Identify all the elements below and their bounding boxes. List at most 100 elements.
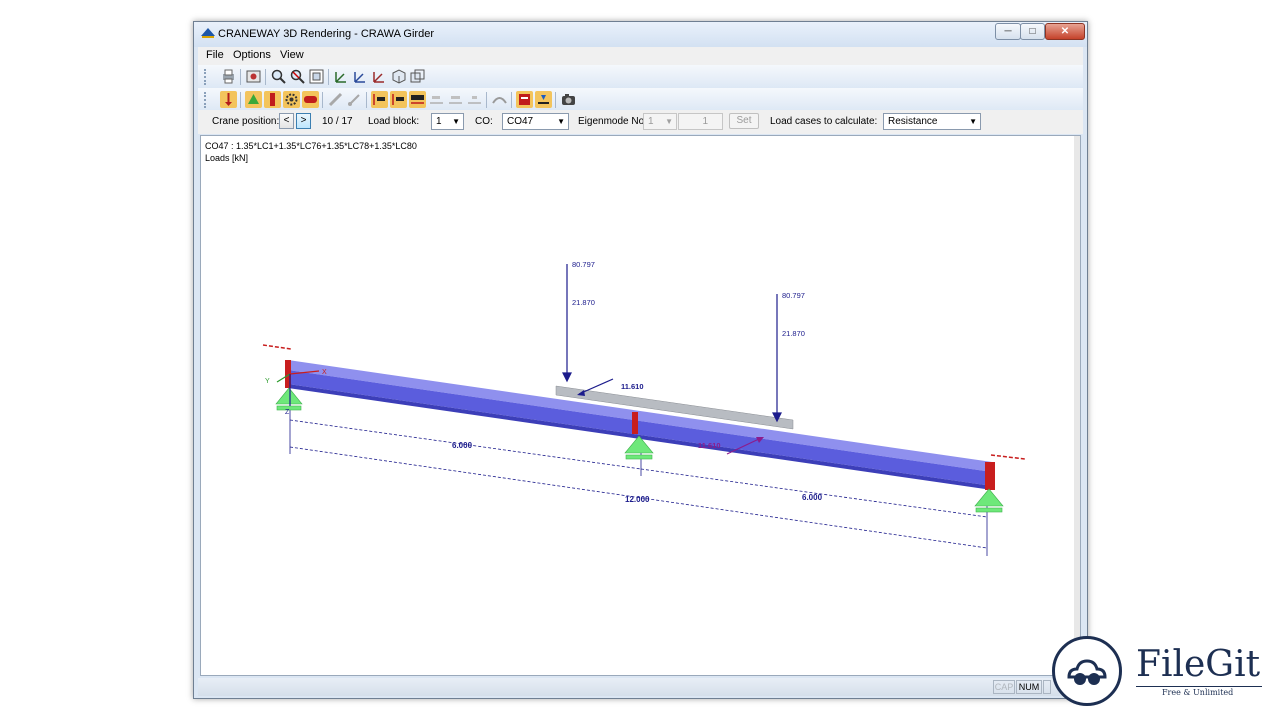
axis-x-label: X [322, 369, 327, 376]
view-z-icon[interactable] [371, 68, 388, 85]
crane-position-label: Crane position: [212, 116, 280, 127]
support-right [974, 488, 1004, 507]
rendering-canvas[interactable]: CO47 : 1.35*LC1+1.35*LC76+1.35*LC78+1.35… [200, 135, 1081, 676]
combination-select[interactable]: CO47 ▼ [502, 113, 569, 130]
window-title: CRANEWAY 3D Rendering - CRAWA Girder [218, 28, 434, 40]
vertical-load-left-head [562, 372, 572, 383]
watermark-divider [1136, 686, 1262, 687]
set-button[interactable]: Set [729, 113, 759, 129]
toolbar-separator [265, 69, 266, 85]
support-middle-base [625, 454, 653, 460]
crane-position-value: 10 / 17 [322, 116, 353, 127]
fit-all-icon[interactable] [308, 68, 325, 85]
support-left [275, 387, 303, 405]
beam-end-plate-right [985, 462, 995, 490]
eigenmode-label: Eigenmode No. [578, 116, 647, 127]
load-cases-select[interactable]: Resistance ▼ [883, 113, 981, 130]
girder-3d-scene[interactable]: X Y Z 80.797 21.870 80.797 21.870 11.610… [201, 136, 1076, 675]
load-block-label: Load block: [368, 116, 420, 127]
load-cases-select-value: Resistance [888, 116, 938, 127]
toolbar-separator [328, 69, 329, 85]
toolbar-separator [322, 92, 323, 108]
co-label: CO: [475, 116, 493, 127]
eigenmode-spinner[interactable]: 1 [678, 113, 723, 130]
result-5-icon[interactable] [447, 91, 464, 108]
result-6-icon[interactable] [466, 91, 483, 108]
toolbar-display [198, 88, 1083, 112]
settings-icon[interactable] [245, 68, 262, 85]
menu-file[interactable]: File [206, 49, 224, 61]
status-num-indicator: NUM [1016, 680, 1042, 694]
member-icon[interactable] [264, 91, 281, 108]
vertical-scrollbar[interactable] [1074, 136, 1080, 675]
watermark-tagline: Free & Unlimited [1162, 688, 1234, 697]
zoom-icon[interactable] [270, 68, 287, 85]
support-icon[interactable] [245, 91, 262, 108]
load-right-value-top: 80.797 [782, 291, 805, 300]
toolbar-separator [511, 92, 512, 108]
result-3-icon[interactable] [409, 91, 426, 108]
view-y-icon[interactable] [352, 68, 369, 85]
print-icon[interactable] [220, 68, 237, 85]
load-cases-label: Load cases to calculate: [770, 116, 878, 127]
horizontal-load-lower-value: 11.610 [698, 441, 721, 450]
result-1-icon[interactable] [371, 91, 388, 108]
chevron-down-icon: ▼ [557, 117, 565, 126]
view-3d-icon[interactable] [409, 68, 426, 85]
horizontal-load-upper-value: 11.610 [621, 382, 644, 391]
close-button[interactable]: ✕ [1045, 23, 1085, 40]
loads-icon[interactable] [220, 91, 237, 108]
vertical-load-labels: 80.797 21.870 80.797 21.870 [572, 260, 805, 338]
load-left-value-top: 80.797 [572, 260, 595, 269]
load-block-select[interactable]: 1 ▼ [431, 113, 464, 130]
watermark-brand: FileGit [1136, 644, 1261, 685]
axis-z-label: Z [285, 409, 290, 416]
toolbar-grip[interactable] [204, 69, 207, 85]
dimension-total-value: 12.000 [625, 495, 650, 504]
crane-position-prev-button[interactable]: < [279, 113, 294, 129]
toolbar-separator [486, 92, 487, 108]
chevron-down-icon: ▼ [452, 117, 460, 126]
end-restraint-left [262, 344, 292, 350]
zoom-reset-icon[interactable] [289, 68, 306, 85]
chevron-down-icon: ▼ [665, 117, 673, 126]
crane-girder-beam[interactable] [285, 360, 995, 490]
load-right-value-mid: 21.870 [782, 329, 805, 338]
toolbar-separator [240, 69, 241, 85]
combination-select-value: CO47 [507, 116, 534, 127]
dimension-span-2-value: 6.000 [802, 493, 823, 502]
pencil-icon[interactable] [327, 91, 344, 108]
result-2-icon[interactable] [390, 91, 407, 108]
view-x-icon[interactable] [333, 68, 350, 85]
menu-bar: File Options View [198, 47, 1083, 65]
section-icon[interactable] [302, 91, 319, 108]
deformation-icon[interactable] [491, 91, 508, 108]
result-4-icon[interactable] [428, 91, 445, 108]
crane-position-next-button[interactable]: > [296, 113, 311, 129]
values-icon[interactable] [516, 91, 533, 108]
legend-icon[interactable] [535, 91, 552, 108]
toolbar-grip[interactable] [204, 92, 207, 108]
load-left-value-mid: 21.870 [572, 298, 595, 307]
craneway-app-icon [201, 28, 215, 38]
view-iso-icon[interactable] [390, 68, 407, 85]
eigenmode-select[interactable]: 1 ▼ [643, 113, 677, 130]
toolbar-view [198, 65, 1083, 89]
load-block-select-value: 1 [436, 116, 442, 127]
beam-stiffener-middle [632, 412, 638, 434]
toolbar-separator [555, 92, 556, 108]
minimize-button[interactable]: ─ [995, 23, 1021, 40]
camera-icon[interactable] [560, 91, 577, 108]
brush-icon[interactable] [346, 91, 363, 108]
support-right-base [975, 507, 1003, 513]
gear-icon[interactable] [283, 91, 300, 108]
filegit-logo [1052, 636, 1122, 706]
maximize-button[interactable]: □ [1020, 23, 1045, 40]
menu-options[interactable]: Options [233, 49, 271, 61]
status-cap-indicator: CAP [993, 680, 1015, 694]
menu-view[interactable]: View [280, 49, 304, 61]
chevron-down-icon: ▼ [969, 117, 977, 126]
axis-y-label: Y [265, 378, 270, 385]
title-bar[interactable]: CRANEWAY 3D Rendering - CRAWA Girder ─ □… [194, 22, 1087, 47]
end-restraint-right [990, 454, 1026, 460]
